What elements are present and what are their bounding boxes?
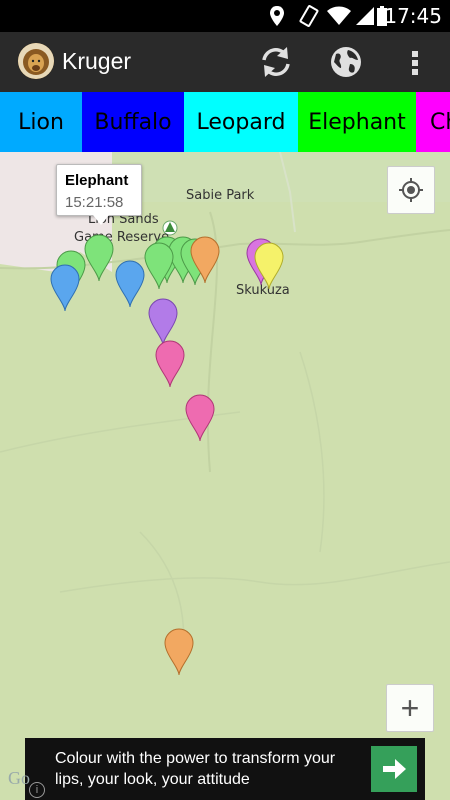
info-window-pointer: [93, 215, 109, 225]
refresh-button[interactable]: [256, 42, 296, 82]
overflow-menu-icon: [412, 51, 418, 75]
status-bar: 17:45: [0, 0, 450, 32]
ad-info-icon[interactable]: i: [29, 782, 45, 798]
app-bar: Kruger: [0, 32, 450, 92]
ad-text: Colour with the power to transform your …: [55, 750, 336, 788]
zoom-in-button[interactable]: +: [386, 684, 434, 732]
tab-leopard[interactable]: Leopard: [184, 92, 298, 152]
marker-info-window[interactable]: Elephant 15:21:58: [56, 164, 142, 225]
google-watermark: Go: [8, 768, 30, 788]
map-marker-lion[interactable]: [50, 264, 80, 312]
map-marker-pink[interactable]: [155, 340, 185, 388]
tab-buffalo[interactable]: Buffalo: [82, 92, 184, 152]
tab-elephant[interactable]: Elephant: [298, 92, 416, 152]
refresh-icon: [262, 47, 290, 77]
ad-go-button[interactable]: [371, 746, 417, 792]
info-window-time: 15:21:58: [65, 194, 124, 211]
map-marker-pink[interactable]: [185, 394, 215, 442]
app-title: Kruger: [62, 48, 132, 74]
map-marker-leopard[interactable]: [254, 242, 284, 290]
info-window-title: Elephant: [65, 172, 129, 189]
map-marker-elephant[interactable]: [84, 234, 114, 282]
map-marker-lion[interactable]: [115, 260, 145, 308]
globe-icon: [331, 47, 361, 77]
wifi-icon: [327, 6, 351, 25]
overflow-menu-button[interactable]: [396, 42, 436, 82]
clock: 17:45: [384, 4, 442, 28]
arrow-right-icon: [383, 759, 406, 779]
map-marker-buffalo[interactable]: [164, 628, 194, 676]
ad-banner[interactable]: Colour with the power to transform your …: [25, 738, 425, 800]
map-marker-elephant[interactable]: [144, 242, 174, 290]
animal-tabs: Lion Buffalo Leopard Elephant Ch: [0, 92, 450, 152]
my-location-button[interactable]: [387, 166, 435, 214]
zoom-in-icon: +: [400, 690, 420, 726]
vibrate-icon: [299, 5, 319, 27]
location-icon: [270, 6, 284, 26]
map-marker-buffalo[interactable]: [190, 236, 220, 284]
lion-avatar[interactable]: [18, 43, 54, 79]
signal-icon: [356, 7, 374, 25]
tab-lion[interactable]: Lion: [0, 92, 82, 152]
globe-button[interactable]: [326, 42, 366, 82]
my-location-icon: [399, 178, 423, 202]
label-sabie-park: Sabie Park: [186, 188, 255, 203]
tab-cheetah[interactable]: Ch: [416, 92, 450, 152]
map-marker-purple[interactable]: [148, 298, 178, 346]
map-view[interactable]: Sabie Park Lion Sands Game Reserve Skuku…: [0, 152, 450, 800]
